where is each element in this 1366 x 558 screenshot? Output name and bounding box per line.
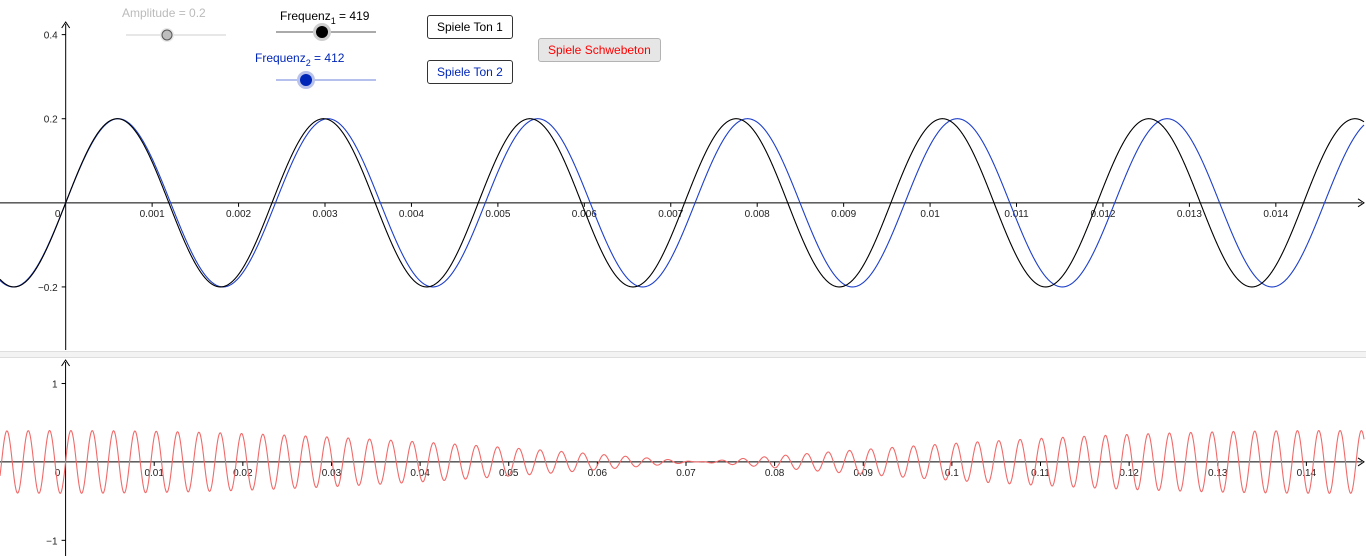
amplitude-slider-handle[interactable]: [161, 29, 173, 41]
freq1-label-value: = 419: [335, 9, 370, 23]
freq2-slider-label: Frequenz2 = 412: [255, 51, 345, 68]
bottom-plot-x-tick-label: 0.06: [588, 468, 608, 479]
bottom-plot-y-tick-label: −1: [46, 536, 58, 547]
freq2-label-name: Frequenz: [255, 51, 306, 65]
bottom-plot-x-tick-label: 0.03: [322, 468, 342, 479]
bottom-plot-x-tick-label: 0.08: [765, 468, 785, 479]
freq1-label-name: Frequenz: [280, 9, 331, 23]
bottom-plot-x-tick-label: 0.07: [676, 468, 696, 479]
top-plot-x-tick-label: 0.002: [226, 209, 251, 220]
bottom-plot-x-tick-label: 0.05: [499, 468, 519, 479]
freq2-slider[interactable]: [274, 70, 378, 90]
top-plot-x-tick-label: 0.01: [920, 209, 940, 220]
top-plot-x-tick-label: 0.004: [399, 209, 424, 220]
top-plot-x-tick-label: 0.014: [1263, 209, 1288, 220]
top-plot-x-tick-label: 0.005: [485, 209, 510, 220]
top-plot-x-tick-label: 0.003: [312, 209, 337, 220]
play-tone2-button[interactable]: Spiele Ton 2: [427, 60, 513, 84]
bottom-plot: 0 0.01 0.02 0.03 0.04 0.05 0.06 0.07 0.08 0.09 0.1…: [0, 359, 1365, 556]
play-tone1-button[interactable]: Spiele Ton 1: [427, 15, 513, 39]
bottom-plot-x-tick-label: 0.14: [1297, 468, 1317, 479]
top-plot-y-tick-label: −0.2: [38, 283, 58, 294]
bottom-plot-x-tick-label: 0.12: [1119, 468, 1139, 479]
amplitude-slider-label: Amplitude = 0.2: [122, 6, 206, 20]
top-plot: 0 0.001 0.002 0.003 0.004 0.005 0.006 0.007 0.00…: [0, 21, 1365, 350]
top-plot-x-tick-label: 0.011: [1004, 209, 1029, 220]
freq2-slider-handle[interactable]: [300, 74, 312, 86]
top-plot-x-tick-label: 0.008: [745, 209, 770, 220]
graphics-view[interactable]: 0 0.001 0.002 0.003 0.004 0.005 0.006 0.007 0.00…: [0, 0, 1366, 558]
view-divider[interactable]: [0, 351, 1366, 358]
amplitude-slider[interactable]: [124, 25, 228, 45]
top-plot-x-tick-label: 0.009: [831, 209, 856, 220]
top-plot-x-tick-label: 0.013: [1177, 209, 1202, 220]
freq2-label-sub: 2: [305, 58, 311, 68]
bottom-plot-x-tick-label: 0.02: [233, 468, 253, 479]
play-beat-button[interactable]: Spiele Schwebeton: [538, 38, 661, 62]
freq1-slider[interactable]: [274, 22, 378, 42]
freq1-slider-label: Frequenz1 = 419: [280, 9, 370, 26]
freq2-label-value: = 412: [310, 51, 345, 65]
top-plot-y-tick-label: 0.2: [44, 115, 58, 126]
bottom-plot-y-tick-label: 1: [52, 380, 58, 391]
top-plot-y-tick-label: 0.4: [44, 31, 58, 42]
bottom-plot-x-tick-label: 0.01: [144, 468, 164, 479]
top-plot-x-tick-label: 0.001: [140, 209, 165, 220]
freq1-slider-handle[interactable]: [316, 26, 328, 38]
